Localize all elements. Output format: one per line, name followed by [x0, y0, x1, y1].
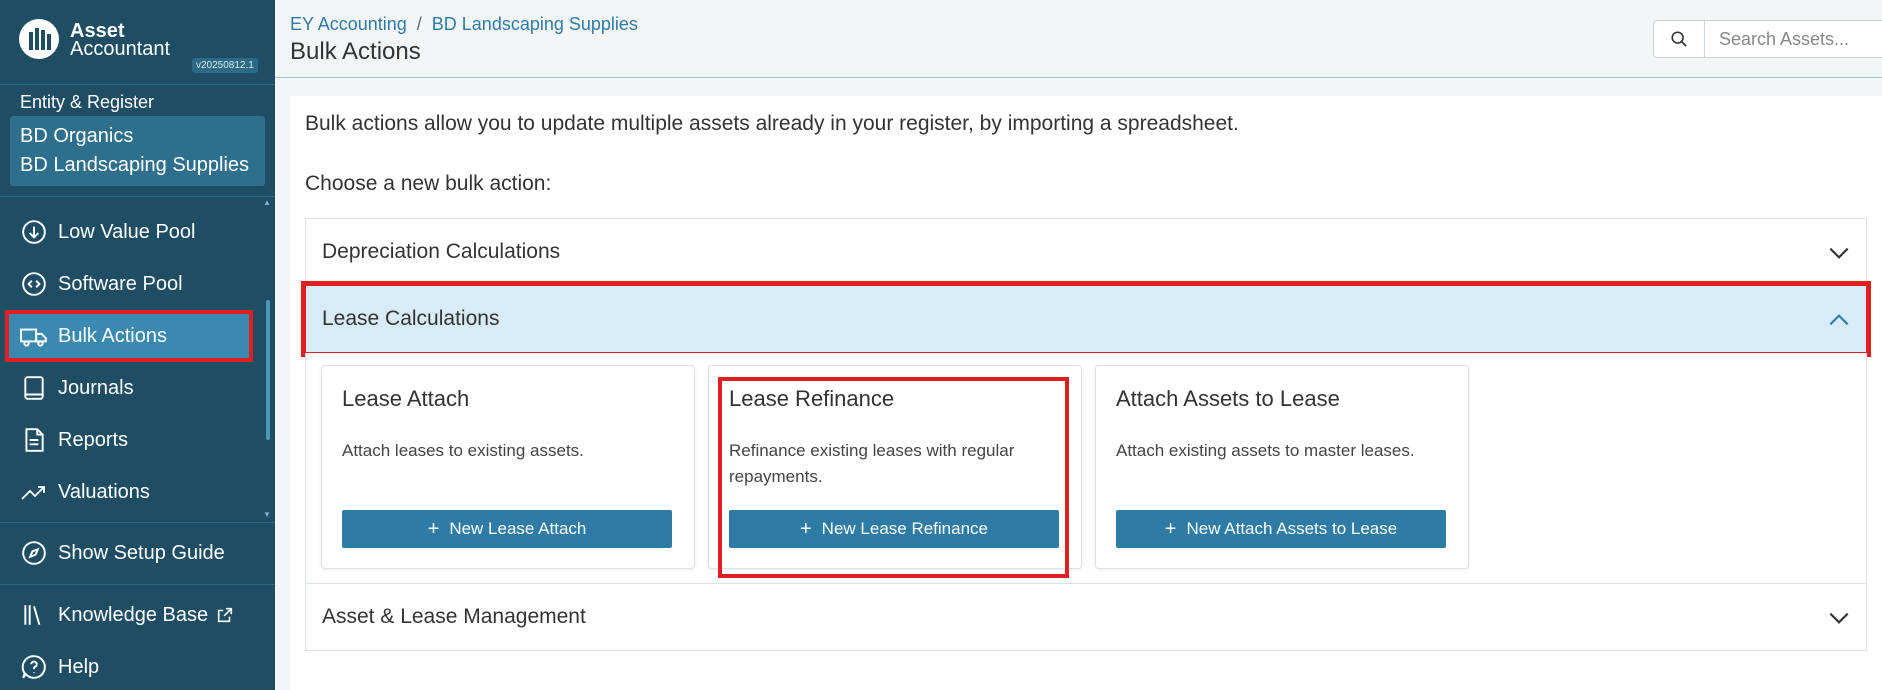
external-link-icon — [217, 607, 233, 623]
button-label: New Attach Assets to Lease — [1186, 519, 1398, 538]
card-title: Lease Refinance — [729, 386, 895, 411]
page-header: EY Accounting / BD Landscaping Supplies … — [275, 0, 1882, 78]
breadcrumb-separator: / — [416, 14, 422, 34]
new-lease-refinance-button[interactable]: + New Lease Refinance — [729, 510, 1059, 548]
divider — [0, 196, 275, 197]
brand[interactable]: Asset Accountant v20250812.1 — [0, 0, 275, 84]
new-attach-assets-to-lease-button[interactable]: + New Attach Assets to Lease — [1116, 510, 1446, 548]
chevron-down-icon — [1829, 247, 1849, 259]
card-lease-attach: Lease Attach Attach leases to existing a… — [321, 365, 695, 569]
accordion-title: Asset & Lease Management — [322, 605, 586, 628]
sidebar-item-label: Bulk Actions — [58, 324, 167, 347]
show-setup-guide-button[interactable]: Show Setup Guide — [8, 530, 250, 576]
version-badge: v20250812.1 — [192, 58, 258, 73]
sidebar-item-label: Valuations — [58, 480, 150, 503]
sidebar-item-label: Journals — [58, 376, 134, 399]
plus-icon: + — [799, 517, 812, 540]
sidebar-item-label: Help — [58, 655, 100, 678]
lease-calculations-body: Lease Attach Attach leases to existing a… — [305, 353, 1867, 584]
document-icon — [20, 426, 48, 454]
setup-guide-label: Show Setup Guide — [58, 541, 225, 564]
entity-name: BD Organics — [20, 125, 134, 147]
divider — [0, 584, 275, 585]
accordion-title: Lease Calculations — [322, 307, 500, 330]
sidebar-item-valuations[interactable]: Valuations — [8, 469, 250, 515]
sidebar-item-journals[interactable]: Journals — [8, 365, 250, 411]
divider — [0, 522, 275, 523]
compass-icon — [20, 539, 48, 567]
register-name: BD Landscaping Supplies — [20, 154, 250, 176]
search-icon — [1671, 31, 1687, 47]
truck-icon — [20, 322, 48, 350]
code-circle-icon — [20, 270, 48, 298]
search-button[interactable] — [1653, 20, 1705, 58]
chevron-up-icon — [1829, 314, 1849, 326]
search-input[interactable]: Search Assets... — [1704, 20, 1882, 58]
page-title: Bulk Actions — [290, 38, 421, 65]
card-lease-refinance: Lease Refinance Refinance existing lease… — [708, 365, 1082, 569]
sidebar-item-reports[interactable]: Reports — [8, 417, 250, 463]
card-description: Attach existing assets to master leases. — [1116, 441, 1415, 460]
sidebar-item-low-value-pool[interactable]: Low Value Pool — [8, 209, 250, 255]
main-panel: Bulk actions allow you to update multipl… — [290, 96, 1882, 690]
book-icon — [20, 374, 48, 402]
button-label: New Lease Attach — [449, 519, 587, 538]
sidebar: Asset Accountant v20250812.1 Entity & Re… — [0, 0, 275, 690]
button-label: New Lease Refinance — [821, 519, 988, 538]
sidebar-item-label: Reports — [58, 428, 129, 451]
sidebar-item-label: Software Pool — [58, 272, 183, 295]
entity-selector[interactable]: BD Organics BD Landscaping Supplies — [10, 116, 265, 186]
new-lease-attach-button[interactable]: + New Lease Attach — [342, 510, 672, 548]
sidebar-item-label: Knowledge Base — [58, 603, 209, 626]
sidebar-item-software-pool[interactable]: Software Pool — [8, 261, 250, 307]
accordion-lease-calculations[interactable]: Lease Calculations — [301, 281, 1871, 357]
card-description: Refinance existing leases with regular r… — [729, 441, 1015, 486]
card-attach-assets-to-lease: Attach Assets to Lease Attach existing a… — [1095, 365, 1469, 569]
accordion-depreciation-calculations[interactable]: Depreciation Calculations — [305, 218, 1867, 286]
divider — [0, 84, 275, 85]
sidebar-item-help[interactable]: Help — [8, 644, 250, 690]
download-circle-icon — [20, 218, 48, 246]
choose-heading: Choose a new bulk action: — [305, 172, 552, 195]
card-title: Attach Assets to Lease — [1116, 386, 1340, 411]
plus-icon: + — [1164, 517, 1177, 540]
sidebar-item-knowledge-base[interactable]: Knowledge Base — [8, 592, 250, 638]
scroll-up-arrow-icon[interactable]: ▲ — [263, 198, 271, 207]
plus-icon: + — [427, 517, 440, 540]
chevron-down-icon — [1829, 612, 1849, 624]
card-title: Lease Attach — [342, 386, 470, 411]
intro-text: Bulk actions allow you to update multipl… — [305, 112, 1239, 135]
sidebar-scroll-thumb[interactable] — [266, 300, 270, 440]
entity-register-label: Entity & Register — [20, 92, 155, 112]
brand-name-line2: Accountant — [70, 38, 171, 60]
breadcrumb: EY Accounting / BD Landscaping Supplies — [290, 14, 638, 35]
breadcrumb-link-company[interactable]: EY Accounting — [290, 14, 407, 35]
sidebar-item-label: Low Value Pool — [58, 220, 196, 243]
help-icon — [20, 653, 48, 681]
scroll-down-arrow-icon[interactable]: ▼ — [263, 510, 271, 519]
accordion-title: Depreciation Calculations — [322, 240, 561, 263]
breadcrumb-link-register[interactable]: BD Landscaping Supplies — [432, 14, 638, 35]
accordion-asset-lease-management[interactable]: Asset & Lease Management — [305, 583, 1867, 651]
logo-icon — [19, 19, 59, 59]
trending-up-icon — [20, 478, 48, 506]
library-icon — [20, 601, 48, 629]
card-description: Attach leases to existing assets. — [342, 441, 584, 460]
sidebar-item-bulk-actions[interactable]: Bulk Actions — [5, 310, 253, 362]
